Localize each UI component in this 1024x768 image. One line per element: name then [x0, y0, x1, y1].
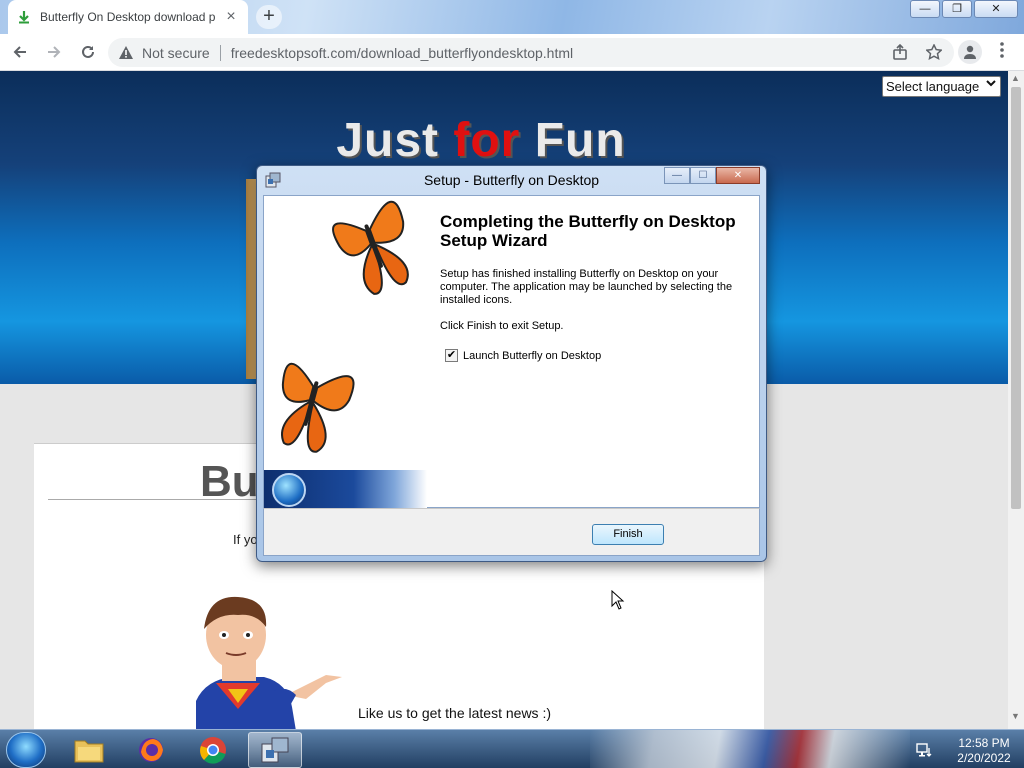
forward-button[interactable] [40, 38, 68, 66]
new-tab-button[interactable]: + [256, 5, 282, 29]
window-restore-button[interactable]: ❐ [942, 0, 972, 18]
reload-icon [82, 45, 94, 58]
address-bar[interactable]: Not secure freedesktopsoft.com/download_… [108, 38, 954, 67]
card-text: If yo [233, 532, 258, 547]
dialog-minimize-button[interactable]: — [664, 167, 690, 184]
hero-title-just: Just [336, 114, 454, 167]
clock-date: 2/20/2022 [957, 751, 1011, 765]
tab-close-button[interactable]: × [222, 8, 240, 26]
setup-wizard-dialog: Setup - Butterfly on Desktop — ☐ ✕ Compl… [256, 165, 767, 562]
hero-title: Just for Fun [0, 113, 962, 168]
language-select-label: Select language [886, 79, 980, 94]
profile-avatar-icon [964, 45, 976, 59]
windows-taskbar: 12:58 PM 2/20/2022 [0, 729, 1024, 768]
warning-icon [119, 45, 133, 59]
wizard-instruction: Click Finish to exit Setup. [440, 320, 564, 332]
scroll-down-icon[interactable]: ▼ [1011, 711, 1020, 721]
forward-arrow-icon [48, 46, 61, 58]
scroll-up-icon[interactable]: ▲ [1011, 73, 1020, 83]
firefox-icon [139, 738, 163, 762]
dialog-maximize-button[interactable]: ☐ [690, 167, 716, 184]
start-button[interactable] [6, 732, 46, 768]
tab-title: Butterfly On Desktop download p [40, 10, 216, 24]
browser-menu-button[interactable] [995, 42, 1009, 61]
dialog-footer: Finish [263, 508, 760, 556]
system-tray: 12:58 PM 2/20/2022 [912, 732, 1024, 768]
security-label[interactable]: Not secure [142, 45, 210, 61]
hero-title-for: for [453, 114, 521, 167]
back-arrow-icon [13, 46, 26, 58]
mouse-cursor-icon [611, 590, 625, 610]
window-close-button[interactable]: ✕ [974, 0, 1018, 18]
window-controls: — ❐ ✕ [908, 0, 1018, 18]
download-icon [16, 9, 32, 25]
wizard-heading: Completing the Butterfly on Desktop Setu… [440, 212, 736, 250]
browser-tab[interactable]: Butterfly On Desktop download p × [8, 0, 248, 34]
setup-installer-icon [261, 737, 289, 763]
page-scrollbar[interactable]: ▲ ▼ [1008, 71, 1024, 729]
bookmark-star-icon[interactable] [926, 44, 942, 60]
file-explorer-icon [74, 740, 104, 763]
windows-logo-icon [272, 473, 306, 507]
taskbar-chrome[interactable] [186, 732, 240, 768]
hero-title-fun: Fun [520, 114, 626, 167]
superhero-mascot-image [196, 596, 342, 729]
taskbar-clock[interactable]: 12:58 PM 2/20/2022 [952, 736, 1016, 766]
scrollbar-thumb[interactable] [1011, 87, 1021, 509]
wizard-side-panel [264, 196, 427, 509]
browser-toolbar: Not secure freedesktopsoft.com/download_… [0, 34, 1024, 71]
address-separator [219, 44, 221, 61]
window-minimize-button[interactable]: — [910, 0, 940, 18]
address-actions [892, 44, 942, 60]
share-icon[interactable] [892, 44, 908, 60]
back-button[interactable] [6, 38, 34, 66]
butterfly-image [281, 200, 409, 453]
reload-button[interactable] [74, 38, 102, 66]
finish-button[interactable]: Finish [592, 524, 664, 545]
taskbar-wallpaper-detail [590, 730, 910, 768]
network-icon[interactable] [916, 742, 932, 758]
clock-time: 12:58 PM [958, 736, 1010, 750]
launch-checkbox[interactable]: ✔ Launch Butterfly on Desktop [445, 349, 601, 362]
profile-button[interactable] [958, 40, 982, 64]
taskbar-setup-installer[interactable] [248, 732, 302, 768]
taskbar-firefox[interactable] [124, 732, 178, 768]
chrome-icon [200, 737, 226, 764]
launch-checkbox-label[interactable]: Launch Butterfly on Desktop [463, 350, 601, 362]
taskbar-file-explorer[interactable] [62, 732, 116, 768]
checkbox-check-icon[interactable]: ✔ [445, 349, 458, 362]
wizard-paragraph: Setup has finished installing Butterfly … [440, 268, 733, 306]
like-us-text: Like us to get the latest news :) [358, 705, 551, 721]
dialog-close-button[interactable]: ✕ [716, 167, 760, 184]
dialog-titlebar[interactable]: Setup - Butterfly on Desktop — ☐ ✕ [257, 166, 766, 194]
language-select[interactable]: Select language [882, 76, 1001, 97]
dialog-body: Completing the Butterfly on Desktop Setu… [263, 195, 760, 509]
chevron-down-icon [986, 79, 996, 91]
url-text[interactable]: freedesktopsoft.com/download_butterflyon… [231, 45, 573, 61]
browser-tab-bar: Butterfly On Desktop download p × + — ❐ … [0, 0, 1024, 34]
kebab-menu-icon [1000, 42, 1004, 58]
dialog-controls: — ☐ ✕ [664, 167, 760, 184]
